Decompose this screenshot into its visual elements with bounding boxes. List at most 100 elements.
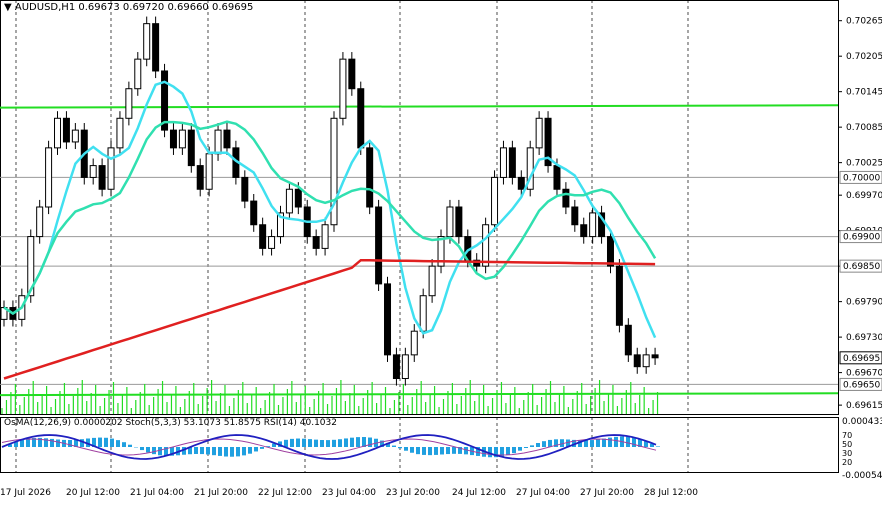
candle-body-16 — [143, 23, 151, 60]
stoch-tick-1: 50 — [842, 440, 852, 449]
candle-body-24 — [214, 129, 222, 155]
osma-bar-99 — [596, 439, 600, 447]
candle-body-23 — [205, 153, 213, 190]
osma-bar-89 — [536, 443, 540, 447]
osma-bar-53 — [320, 440, 324, 447]
ma-slow-line — [3, 258, 656, 380]
osma-bar-4 — [26, 438, 30, 447]
osma-bar-3 — [20, 439, 24, 447]
osma-bar-75 — [452, 447, 456, 454]
osma-bar-47 — [284, 439, 288, 447]
osma-bar-65 — [392, 445, 396, 447]
candle-body-71 — [633, 354, 641, 368]
osma-bar-39 — [236, 447, 240, 457]
y-tick-label-4: 0.70025 — [846, 159, 882, 169]
osma-bar-24 — [146, 447, 150, 453]
osma-bar-70 — [422, 447, 426, 455]
osma-bar-18 — [110, 438, 114, 447]
y-tick-label-1: 0.70205 — [846, 52, 882, 62]
candle-body-62 — [553, 165, 561, 190]
candle-body-36 — [321, 224, 329, 249]
x-tick-label-9: 27 Jul 20:00 — [580, 488, 634, 498]
candle-body-19 — [169, 129, 177, 149]
candle-body-39 — [348, 58, 356, 90]
price-label-4: 0.69650 — [843, 380, 880, 390]
candle-body-32 — [285, 188, 293, 214]
candle-body-15 — [134, 58, 142, 90]
osma-bar-48 — [290, 438, 294, 447]
osma-bar-26 — [158, 447, 162, 456]
main-plot-frame — [0, 0, 839, 415]
osma-bar-105 — [632, 437, 636, 447]
candle-body-70 — [624, 324, 632, 356]
price-label-0: 0.70000 — [843, 173, 880, 183]
candle-body-5 — [45, 147, 53, 208]
candle-body-12 — [107, 147, 115, 190]
osma-bar-9 — [56, 439, 60, 447]
candle-body-58 — [517, 176, 525, 190]
candle-body-30 — [268, 236, 276, 249]
osma-bar-71 — [428, 447, 432, 456]
candle-body-8 — [71, 129, 79, 143]
candle-body-45 — [401, 354, 409, 380]
price-label-2: 0.69850 — [843, 262, 880, 272]
candle-body-43 — [384, 283, 392, 356]
candle-body-17 — [152, 23, 160, 72]
candle-body-29 — [259, 224, 267, 249]
y-tick-label-10: 0.69670 — [846, 369, 882, 379]
osma-bar-19 — [116, 440, 120, 447]
osma-bar-54 — [326, 440, 330, 447]
price-chart[interactable]: 0.70265 0.70205 0.70145 0.70085 0.70025 0.699… — [0, 0, 882, 505]
osma-bar-38 — [230, 447, 234, 457]
y-tick-label-8: 0.69790 — [846, 298, 882, 308]
candle-body-68 — [606, 236, 614, 267]
candle-body-4 — [36, 206, 44, 238]
y-tick-label-0: 0.70265 — [846, 17, 882, 27]
candle-body-69 — [615, 265, 623, 326]
candle-body-38 — [339, 58, 347, 119]
candle-body-48 — [428, 265, 436, 297]
osma-bar-58 — [350, 437, 354, 447]
osma-bar-17 — [104, 437, 108, 447]
osma-bar-55 — [332, 439, 336, 447]
osma-bar-98 — [590, 440, 594, 447]
y-tick-label-11: 0.69615 — [846, 401, 882, 411]
stoch-tick-2: 30 — [842, 449, 852, 458]
osma-bar-61 — [368, 437, 372, 447]
osma-bar-72 — [434, 447, 438, 455]
osma-bar-87 — [524, 447, 528, 448]
x-tick-label-4: 22 Jul 12:00 — [258, 488, 312, 498]
osma-bar-91 — [548, 439, 552, 447]
x-tick-label-0: 17 Jul 2026 — [0, 488, 51, 498]
stoch-tick-0: 70 — [842, 431, 852, 440]
osma-bar-50 — [302, 438, 306, 447]
osma-bar-32 — [194, 447, 198, 454]
candle-body-40 — [357, 88, 365, 149]
y-tick-label-5: 0.69970 — [846, 191, 882, 201]
candle-body-73 — [651, 354, 659, 359]
candle-body-60 — [535, 117, 543, 149]
osma-bar-56 — [338, 439, 342, 447]
osma-bar-59 — [356, 437, 360, 447]
y-tick-label-3: 0.70085 — [846, 123, 882, 133]
osma-bar-101 — [608, 437, 612, 447]
candle-body-50 — [446, 206, 454, 238]
dropdown-arrow-icon[interactable]: ▼ — [4, 2, 12, 13]
osma-bar-37 — [224, 447, 228, 457]
osma-bar-109 — [656, 446, 660, 447]
osma-bar-104 — [626, 436, 630, 447]
osma-tick-1: -0.000544 — [842, 471, 882, 481]
osma-bar-11 — [68, 439, 72, 447]
candle-body-13 — [116, 117, 124, 149]
osma-bar-41 — [248, 447, 252, 454]
candle-body-22 — [196, 165, 204, 190]
x-tick-label-10: 28 Jul 12:00 — [644, 488, 698, 498]
candle-body-10 — [89, 165, 97, 178]
osma-bar-20 — [122, 442, 126, 447]
osma-bar-66 — [398, 447, 402, 449]
candle-body-7 — [62, 117, 70, 143]
osma-bar-42 — [254, 447, 258, 452]
osma-bar-36 — [218, 447, 222, 456]
osma-bar-51 — [308, 439, 312, 447]
osma-bar-86 — [518, 447, 522, 451]
